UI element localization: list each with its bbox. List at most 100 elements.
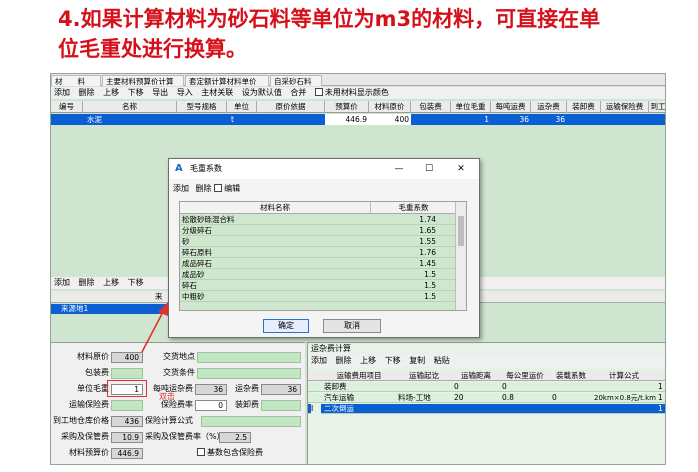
- list-item[interactable]: 砂 1.55: [180, 237, 456, 247]
- toolbar-merge-button[interactable]: 合并: [290, 87, 306, 99]
- frow-rate: 0: [502, 382, 507, 391]
- source-move-up-button[interactable]: 上移: [103, 277, 119, 289]
- field-per-ton[interactable]: 36: [195, 384, 227, 395]
- maximize-icon[interactable]: ☐: [421, 162, 437, 176]
- item-name: 中粗砂: [182, 292, 205, 301]
- field-insurance[interactable]: [111, 400, 143, 411]
- table-row[interactable]: 装卸费 0 0 1: [308, 382, 665, 392]
- freight-add-button[interactable]: 添加: [311, 355, 327, 367]
- field-procure[interactable]: 10.9: [111, 432, 143, 443]
- tab-materials[interactable]: 材 料: [51, 75, 101, 86]
- col-unit[interactable]: 单位: [227, 101, 257, 113]
- fcol-item[interactable]: 运输费用项目: [322, 370, 396, 381]
- toolbar-set-default-button[interactable]: 设为默认值: [242, 87, 282, 99]
- list-item[interactable]: 中粗砂 1.5: [180, 292, 456, 302]
- source-move-down-button[interactable]: 下移: [128, 277, 144, 289]
- dcol-weight-factor[interactable]: 毛重系数: [370, 202, 456, 214]
- dialog-delete-button[interactable]: 删除: [196, 184, 212, 193]
- dialog-add-button[interactable]: 添加: [173, 184, 189, 193]
- field-budget[interactable]: 446.9: [111, 448, 143, 459]
- minimize-icon[interactable]: —: [391, 162, 407, 176]
- table-row[interactable]: 汽车运输 料场-工地 20 0.8 0 20km×0.8元/t.km 1: [308, 393, 665, 403]
- col-unit-weight[interactable]: 单位毛重: [451, 101, 491, 113]
- col-per-ton-fee[interactable]: 每吨运费: [491, 101, 531, 113]
- source-add-button[interactable]: 添加: [54, 277, 70, 289]
- col-load-fee[interactable]: 装卸费: [567, 101, 601, 113]
- col-code[interactable]: 编号: [51, 101, 83, 113]
- freight-paste-button[interactable]: 粘贴: [434, 355, 450, 367]
- freight-copy-button[interactable]: 复制: [409, 355, 425, 367]
- dialog-edit-checkbox[interactable]: [214, 184, 223, 192]
- field-procure-rate[interactable]: 2.5: [219, 432, 251, 443]
- arrow-line: [141, 309, 165, 353]
- col-budget-price[interactable]: 预算价: [325, 101, 369, 113]
- frow-load-factor: 0: [552, 393, 557, 402]
- cancel-button[interactable]: 取消: [323, 319, 381, 333]
- table-row[interactable]: 水泥 t 446.9 400 1 36 36: [51, 114, 665, 125]
- row-misc-fee: 36: [555, 115, 565, 124]
- col-spec[interactable]: 型号规格: [177, 101, 227, 113]
- list-item[interactable]: 碎石 1.5: [180, 281, 456, 291]
- unused-color-toggle[interactable]: 未用材料显示颜色: [314, 87, 389, 99]
- col-insurance[interactable]: 运输保险费: [601, 101, 649, 113]
- list-item[interactable]: 松散砂砾混合料 1.74: [180, 215, 456, 225]
- col-price-basis[interactable]: 原价依据: [257, 101, 325, 113]
- row-unit: t: [231, 115, 234, 124]
- toolbar-move-up-button[interactable]: 上移: [103, 87, 119, 99]
- gross-weight-header: 材料名称 毛重系数: [180, 202, 456, 214]
- item-name: 成品碎石: [182, 259, 212, 268]
- frow-formula: 20km×0.8元/t.km: [594, 394, 656, 402]
- tab-main-material-price[interactable]: 主要材料预算价计算: [102, 75, 184, 86]
- toolbar-import-button[interactable]: 导入: [177, 87, 193, 99]
- tab-self-quarried[interactable]: 自采砂石料: [270, 75, 322, 86]
- fcol-formula[interactable]: 计算公式: [592, 370, 656, 381]
- fcol-route[interactable]: 运输起讫: [396, 370, 452, 381]
- dialog-edit-toggle[interactable]: 编辑: [214, 184, 240, 193]
- dcol-material-name[interactable]: 材料名称: [180, 202, 370, 214]
- close-icon[interactable]: ✕: [453, 162, 469, 176]
- base-includes-insurance[interactable]: 基数包含保险费: [197, 447, 277, 459]
- freight-move-up-button[interactable]: 上移: [360, 355, 376, 367]
- row-original-price: 400: [369, 114, 411, 125]
- item-name: 分级碎石: [182, 226, 212, 235]
- toolbar-export-button[interactable]: 导出: [152, 87, 168, 99]
- fcol-distance[interactable]: 运输距离: [452, 370, 500, 381]
- toolbar-add-button[interactable]: 添加: [54, 87, 70, 99]
- field-arrival[interactable]: 436: [111, 416, 143, 427]
- tab-quota-material-price[interactable]: 套定额计算材料单价: [185, 75, 269, 86]
- row-name: 水泥: [87, 115, 102, 124]
- vertical-scrollbar[interactable]: [455, 202, 466, 310]
- ok-button[interactable]: 确定: [263, 319, 309, 333]
- freight-grid-header: 运输费用项目 运输起讫 运输距离 每公里运价 装载系数 计算公式: [308, 370, 665, 381]
- list-item[interactable]: 成品砂 1.5: [180, 270, 456, 280]
- field-misc[interactable]: 36: [261, 384, 301, 395]
- source-delete-button[interactable]: 删除: [79, 277, 95, 289]
- fcol-rate[interactable]: 每公里运价: [500, 370, 550, 381]
- col-name[interactable]: 名称: [83, 101, 177, 113]
- list-item[interactable]: 成品碎石 1.45: [180, 259, 456, 269]
- base-includes-insurance-checkbox[interactable]: [197, 448, 205, 456]
- toolbar-move-down-button[interactable]: 下移: [128, 87, 144, 99]
- col-pack-fee[interactable]: 包装费: [411, 101, 451, 113]
- field-condition[interactable]: [197, 368, 301, 379]
- toolbar-link-main-button[interactable]: 主材关联: [201, 87, 233, 99]
- freight-move-down-button[interactable]: 下移: [385, 355, 401, 367]
- item-name: 碎石原料: [182, 248, 212, 257]
- freight-delete-button[interactable]: 删除: [336, 355, 352, 367]
- field-pack[interactable]: [111, 368, 143, 379]
- toolbar-delete-button[interactable]: 删除: [79, 87, 95, 99]
- col-misc-fee[interactable]: 运杂费: [531, 101, 567, 113]
- col-original-price[interactable]: 材料原价: [369, 101, 411, 113]
- col-arrival[interactable]: 到工: [649, 101, 666, 113]
- table-row[interactable]: I 二次倒运 1: [308, 404, 665, 414]
- field-place[interactable]: [197, 352, 301, 363]
- field-insurance-rate[interactable]: 0: [195, 400, 227, 411]
- list-item[interactable]: 分级碎石 1.65: [180, 226, 456, 236]
- heading-line-2: 位毛重处进行换算。: [58, 37, 247, 61]
- unused-color-checkbox[interactable]: [314, 88, 323, 96]
- field-load[interactable]: [261, 400, 301, 411]
- list-item[interactable]: 碎石原料 1.76: [180, 248, 456, 258]
- field-insurance-formula[interactable]: [201, 416, 301, 427]
- scrollbar-thumb[interactable]: [458, 216, 464, 246]
- fcol-load-factor[interactable]: 装载系数: [550, 370, 592, 381]
